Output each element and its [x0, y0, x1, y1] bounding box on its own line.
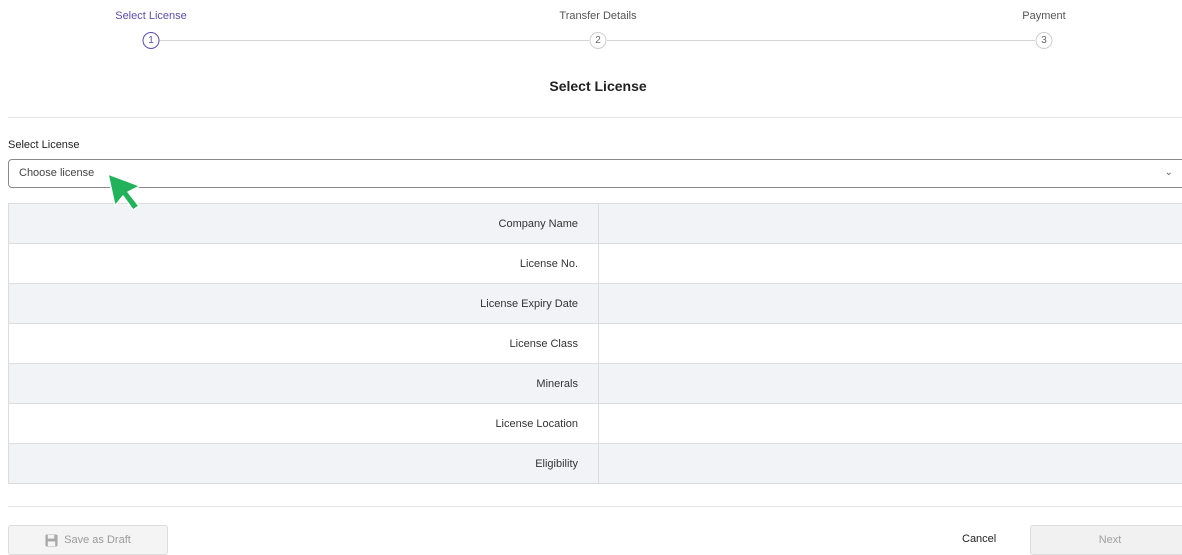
table-row: Company Name [9, 204, 1182, 244]
stepper: Select License 1 Transfer Details 2 Paym… [0, 0, 1182, 60]
table-row: License Class [9, 324, 1182, 364]
step-number-1[interactable]: 1 [143, 32, 160, 49]
page-title: Select License [0, 78, 1182, 94]
step-label-select-license[interactable]: Select License [115, 10, 187, 22]
step-number-3[interactable]: 3 [1036, 32, 1053, 49]
table-row: Minerals [9, 364, 1182, 404]
table-row: Eligibility [9, 444, 1182, 484]
license-select-placeholder: Choose license [19, 167, 94, 179]
row-value [599, 324, 1182, 364]
row-value [599, 364, 1182, 404]
next-button[interactable]: Next [1030, 525, 1182, 555]
divider [8, 506, 1182, 507]
row-label: Minerals [9, 364, 599, 404]
row-label: Eligibility [9, 444, 599, 484]
save-as-draft-label: Save as Draft [64, 534, 131, 546]
step-label-payment[interactable]: Payment [1022, 10, 1065, 22]
table-row: License Expiry Date [9, 284, 1182, 324]
step-connector [159, 40, 589, 41]
row-label: License Location [9, 404, 599, 444]
row-label: License Expiry Date [9, 284, 599, 324]
row-label: Company Name [9, 204, 599, 244]
row-label: License Class [9, 324, 599, 364]
save-icon [45, 534, 58, 547]
row-label: License No. [9, 244, 599, 284]
row-value [599, 284, 1182, 324]
chevron-down-icon: ⌄ [1165, 167, 1173, 178]
step-label-transfer-details[interactable]: Transfer Details [559, 10, 636, 22]
select-license-label: Select License [8, 139, 80, 151]
table-row: License No. [9, 244, 1182, 284]
step-number-2[interactable]: 2 [590, 32, 607, 49]
row-value [599, 244, 1182, 284]
license-select[interactable]: Choose license ⌄ [8, 159, 1182, 188]
cancel-button[interactable]: Cancel [962, 533, 996, 545]
row-value [599, 404, 1182, 444]
step-connector [607, 40, 1035, 41]
save-as-draft-button[interactable]: Save as Draft [8, 525, 168, 555]
divider [8, 117, 1182, 118]
table-row: License Location [9, 404, 1182, 444]
cursor-arrow-icon [104, 170, 144, 214]
row-value [599, 444, 1182, 484]
license-details-table: Company Name License No. License Expiry … [8, 203, 1182, 484]
row-value [599, 204, 1182, 244]
